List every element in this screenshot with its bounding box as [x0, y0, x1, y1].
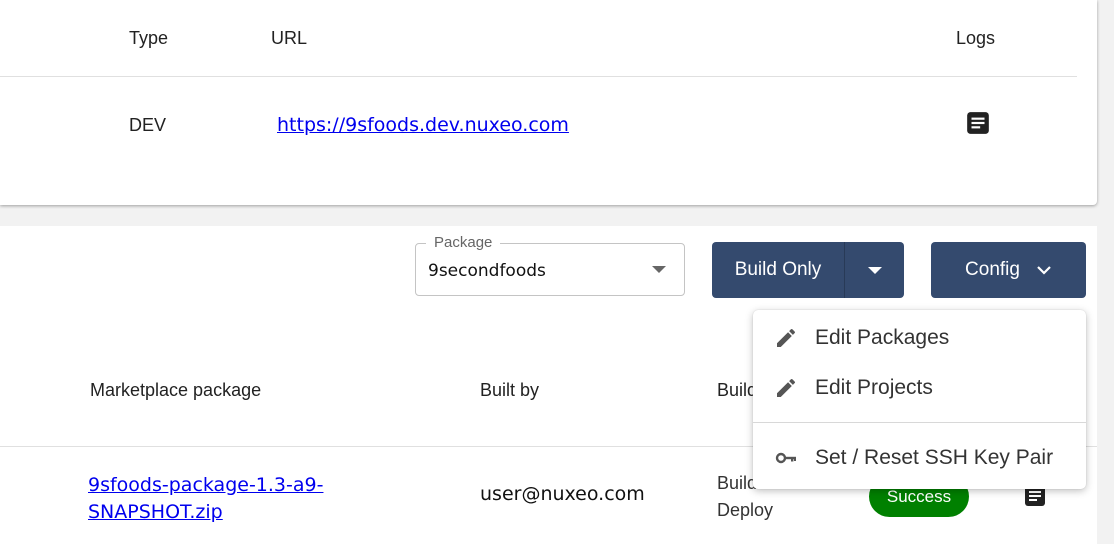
package-select[interactable]: Package 9secondfoods [415, 234, 685, 296]
build-options-toggle[interactable] [845, 242, 904, 298]
menu-divider [753, 422, 1086, 423]
menu-item-ssh-key-pair[interactable]: Set / Reset SSH Key Pair [753, 436, 1086, 480]
table-divider [0, 76, 1077, 77]
column-header-url: URL [271, 28, 308, 48]
caret-down-icon [867, 266, 882, 274]
pencil-icon [777, 378, 796, 397]
environment-type-cell: DEV [129, 115, 167, 135]
column-header-package: Marketplace package [90, 380, 262, 400]
build-only-button[interactable]: Build Only [712, 242, 845, 298]
build-split-button: Build Only [712, 242, 904, 298]
column-header-type: Type [129, 28, 169, 48]
key-icon [775, 452, 796, 464]
log-document-icon[interactable] [965, 110, 991, 136]
package-name-line2: SNAPSHOT.zip [88, 501, 223, 523]
menu-item-edit-packages[interactable]: Edit Packages [753, 316, 1086, 360]
environment-url-link[interactable]: https://9sfoods.dev.nuxeo.com [277, 114, 569, 136]
menu-item-label: Edit Packages [815, 326, 950, 349]
built-by-cell: user@nuxeo.com [480, 483, 645, 505]
column-header-build-type: Build [717, 380, 758, 400]
package-select-label: Package [426, 234, 501, 251]
menu-item-label: Set / Reset SSH Key Pair [815, 446, 1054, 469]
menu-item-label: Edit Projects [815, 376, 933, 399]
build-type-line2: Deploy [717, 500, 774, 520]
menu-item-edit-projects[interactable]: Edit Projects [753, 366, 1086, 410]
config-button-label: Config [965, 259, 1020, 280]
package-name-line1: 9sfoods-package-1.3-a9- [88, 474, 324, 496]
package-select-value: 9secondfoods [428, 261, 546, 281]
column-header-logs: Logs [956, 28, 996, 48]
package-download-link[interactable]: 9sfoods-package-1.3-a9- SNAPSHOT.zip [88, 472, 348, 526]
pencil-icon [777, 328, 796, 347]
config-button[interactable]: Config [931, 242, 1086, 298]
environments-card: Type URL Logs DEV https://9sfoods.dev.nu… [0, 0, 1097, 205]
column-header-built-by: Built by [480, 380, 540, 400]
chevron-down-icon [1037, 266, 1051, 275]
dropdown-arrow-icon [652, 266, 666, 273]
config-menu: Edit Packages Edit Projects Set / Reset … [753, 310, 1086, 489]
build-type-line1: Build [717, 473, 758, 493]
